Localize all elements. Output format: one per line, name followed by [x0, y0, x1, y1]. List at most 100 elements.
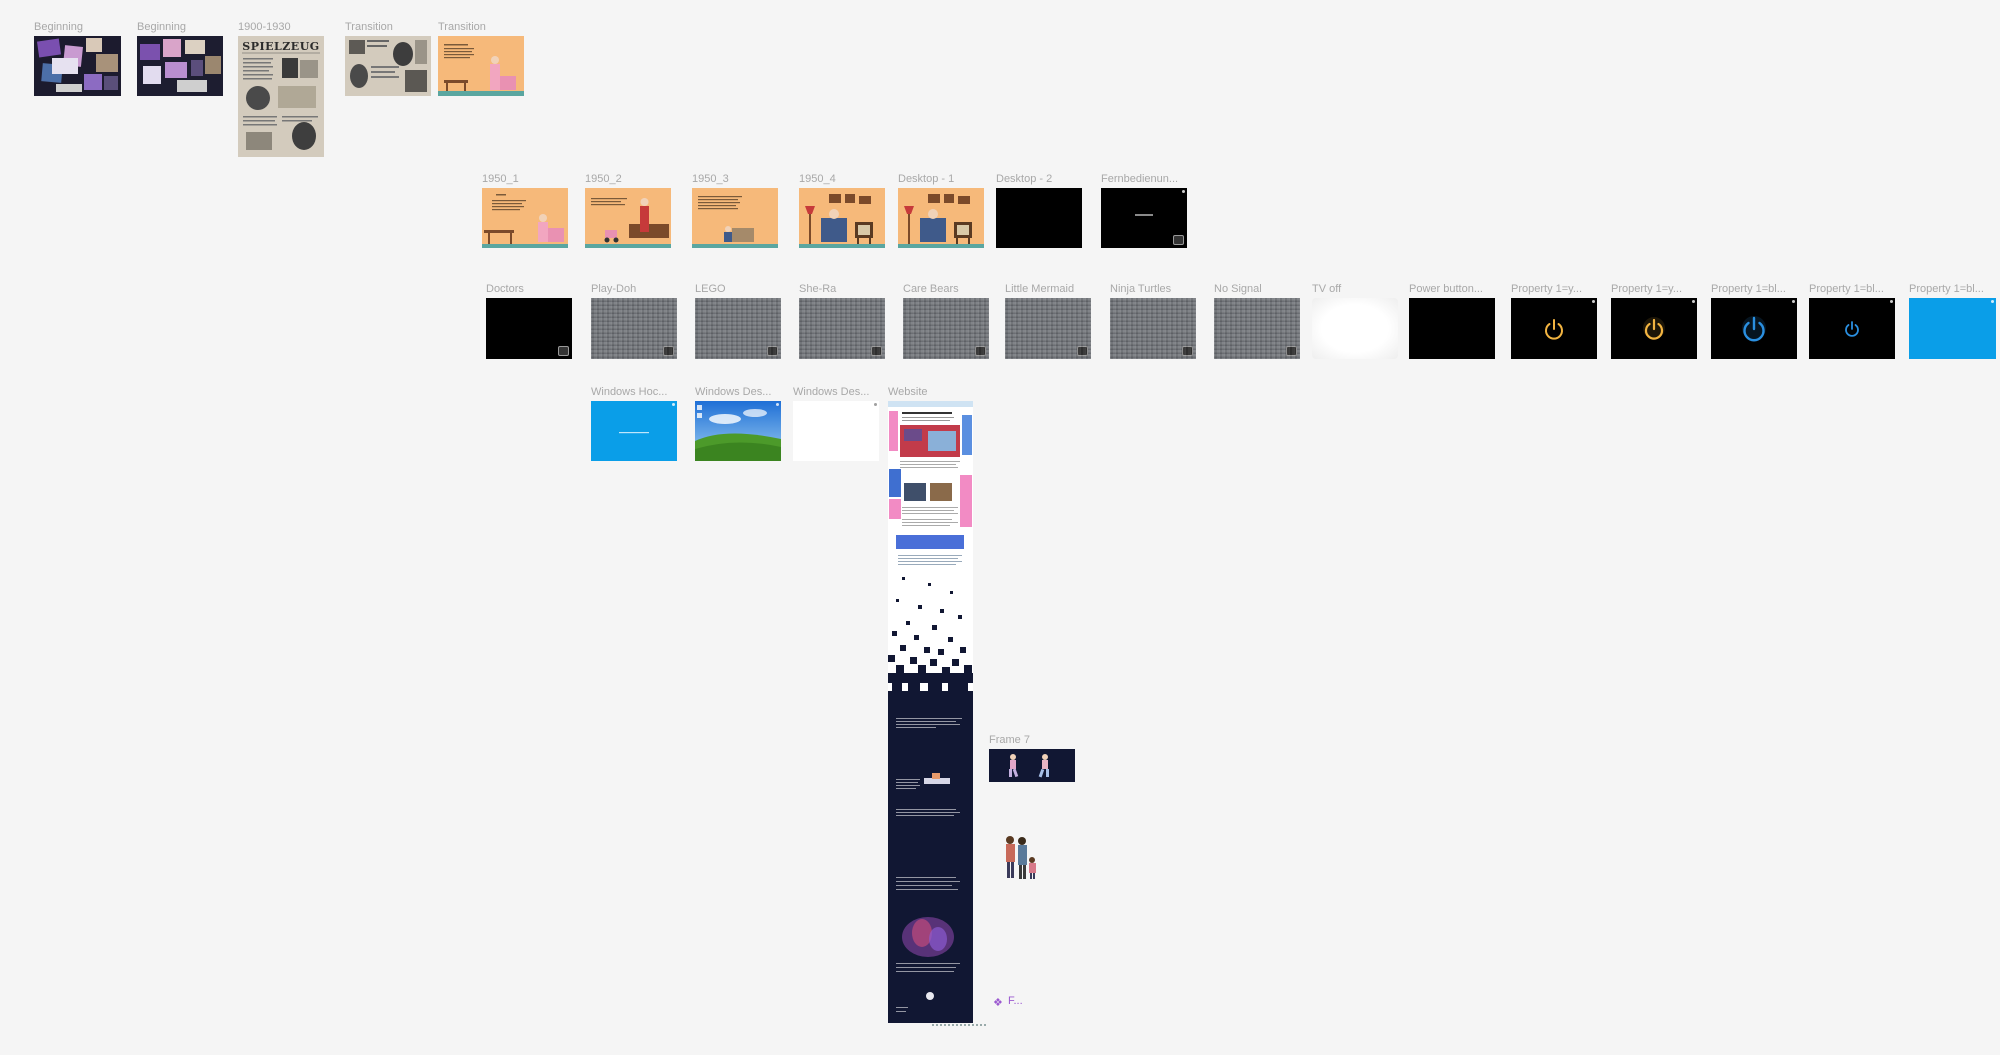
frame-website[interactable]: Website — [888, 386, 973, 1023]
frame-transition-2[interactable]: Transition — [438, 21, 524, 96]
frame-fernbedienung[interactable]: Fernbedienun... — [1101, 173, 1187, 248]
frame-nosignal[interactable]: No Signal — [1214, 283, 1300, 359]
tv-static-preview — [591, 298, 677, 359]
frame-7[interactable]: Frame 7 — [989, 734, 1075, 782]
frame-label: Play-Doh — [591, 283, 637, 295]
dot-icon — [1592, 300, 1595, 303]
frame-label: Property 1=bl... — [1809, 283, 1884, 295]
frame-shera[interactable]: She-Ra — [799, 283, 885, 359]
frame-preview — [692, 188, 778, 248]
tv-static-preview — [799, 298, 885, 359]
frame-beginning-1[interactable]: Beginning — [34, 21, 121, 96]
website-preview — [888, 401, 973, 1023]
frame-win-des2[interactable]: Windows Des... — [793, 386, 879, 461]
frame-label: Windows Des... — [695, 386, 772, 398]
frame-win-des1[interactable]: Windows Des... — [695, 386, 781, 461]
frame-preview — [1101, 188, 1187, 248]
frame-label: Doctors — [486, 283, 524, 295]
frame-prop-y1[interactable]: Property 1=y... — [1511, 283, 1597, 359]
frame-1950-4[interactable]: 1950_4 — [799, 173, 885, 248]
frame-label: Property 1=y... — [1511, 283, 1583, 295]
frame-label: TV off — [1312, 283, 1342, 295]
frame-tvoff[interactable]: TV off — [1312, 283, 1398, 359]
frame-label: 1950_1 — [482, 173, 519, 185]
frame-label: Website — [888, 386, 928, 398]
frame-preview — [898, 188, 984, 248]
frame-label: Transition — [438, 21, 486, 33]
frame-label: Ninja Turtles — [1110, 283, 1172, 295]
frame-label: Beginning — [137, 21, 186, 33]
frame-label: No Signal — [1214, 283, 1262, 295]
dot-icon — [776, 403, 779, 406]
frame-label: 1950_3 — [692, 173, 729, 185]
frame-playdoh[interactable]: Play-Doh — [591, 283, 677, 359]
component-label: F... — [1008, 995, 1023, 1007]
frame-doctors[interactable]: Doctors — [486, 283, 572, 359]
frame-transition-1[interactable]: Transition — [345, 21, 431, 96]
frame-preview — [591, 401, 677, 461]
frame-win-hoc[interactable]: Windows Hoc... — [591, 386, 677, 461]
frame-1900-1930[interactable]: 1900-1930 SPIELZEUG — [238, 21, 324, 157]
frame-1950-3[interactable]: 1950_3 — [692, 173, 778, 248]
frame-preview — [989, 749, 1075, 782]
frame-preview: SPIELZEUG — [238, 36, 324, 157]
frame-label: 1950_4 — [799, 173, 836, 185]
tv-icon — [871, 346, 882, 356]
dot-icon — [874, 403, 877, 406]
tv-icon — [663, 346, 674, 356]
website-caption-dots — [932, 1024, 988, 1026]
frame-preview — [34, 36, 121, 96]
tv-icon — [767, 346, 778, 356]
tv-icon — [1182, 346, 1193, 356]
family-illustration[interactable] — [1000, 834, 1040, 882]
frame-powerbutton[interactable]: Power button... — [1409, 283, 1495, 359]
tv-icon — [1173, 235, 1184, 245]
frame-preview — [799, 188, 885, 248]
tv-icon — [1077, 346, 1088, 356]
frame-preview — [1312, 298, 1398, 359]
frame-prop-bl3[interactable]: Property 1=bl... — [1909, 283, 1996, 359]
frame-label: Property 1=y... — [1611, 283, 1683, 295]
frame-label: Property 1=bl... — [1909, 283, 1984, 295]
frame-desktop-2[interactable]: Desktop - 2 — [996, 173, 1082, 248]
frame-preview — [1711, 298, 1797, 359]
frame-preview — [1511, 298, 1597, 359]
frame-label: 1950_2 — [585, 173, 622, 185]
frame-beginning-2[interactable]: Beginning — [137, 21, 223, 96]
frame-ninjaturtles[interactable]: Ninja Turtles — [1110, 283, 1196, 359]
frame-1950-1[interactable]: 1950_1 — [482, 173, 568, 248]
dot-icon — [1182, 190, 1185, 193]
frame-preview — [137, 36, 223, 96]
frame-prop-bl2[interactable]: Property 1=bl... — [1809, 283, 1895, 359]
frame-lego[interactable]: LEGO — [695, 283, 781, 359]
frame-carebears[interactable]: Care Bears — [903, 283, 989, 359]
frame-preview — [438, 36, 524, 96]
frame-prop-y2[interactable]: Property 1=y... — [1611, 283, 1697, 359]
frame-label: Power button... — [1409, 283, 1483, 295]
frame-prop-bl1[interactable]: Property 1=bl... — [1711, 283, 1797, 359]
frame-preview — [1809, 298, 1895, 359]
dot-icon — [1890, 300, 1893, 303]
frame-label: Transition — [345, 21, 393, 33]
power-icon — [1545, 319, 1563, 340]
frame-1950-2[interactable]: 1950_2 — [585, 173, 671, 248]
frame-preview — [585, 188, 671, 248]
frame-label: Windows Hoc... — [591, 386, 668, 398]
frame-label: 1900-1930 — [238, 21, 291, 33]
dot-icon — [1991, 300, 1994, 303]
dot-icon — [1692, 300, 1695, 303]
frame-label: Little Mermaid — [1005, 283, 1075, 295]
frame-label: Windows Des... — [793, 386, 870, 398]
frame-label: Desktop - 1 — [898, 173, 955, 185]
component-icon: ❖ — [993, 997, 1003, 1009]
frame-label: Desktop - 2 — [996, 173, 1053, 185]
frame-label: Beginning — [34, 21, 83, 33]
tv-static-preview — [1110, 298, 1196, 359]
frame-preview — [1909, 298, 1996, 359]
frame-preview — [1611, 298, 1697, 359]
frame-littlemermaid[interactable]: Little Mermaid — [1005, 283, 1091, 359]
frame-desktop-1[interactable]: Desktop - 1 — [898, 173, 984, 248]
frame-preview — [1409, 298, 1495, 359]
power-icon — [1643, 317, 1665, 340]
frame-label: Frame 7 — [989, 734, 1030, 746]
